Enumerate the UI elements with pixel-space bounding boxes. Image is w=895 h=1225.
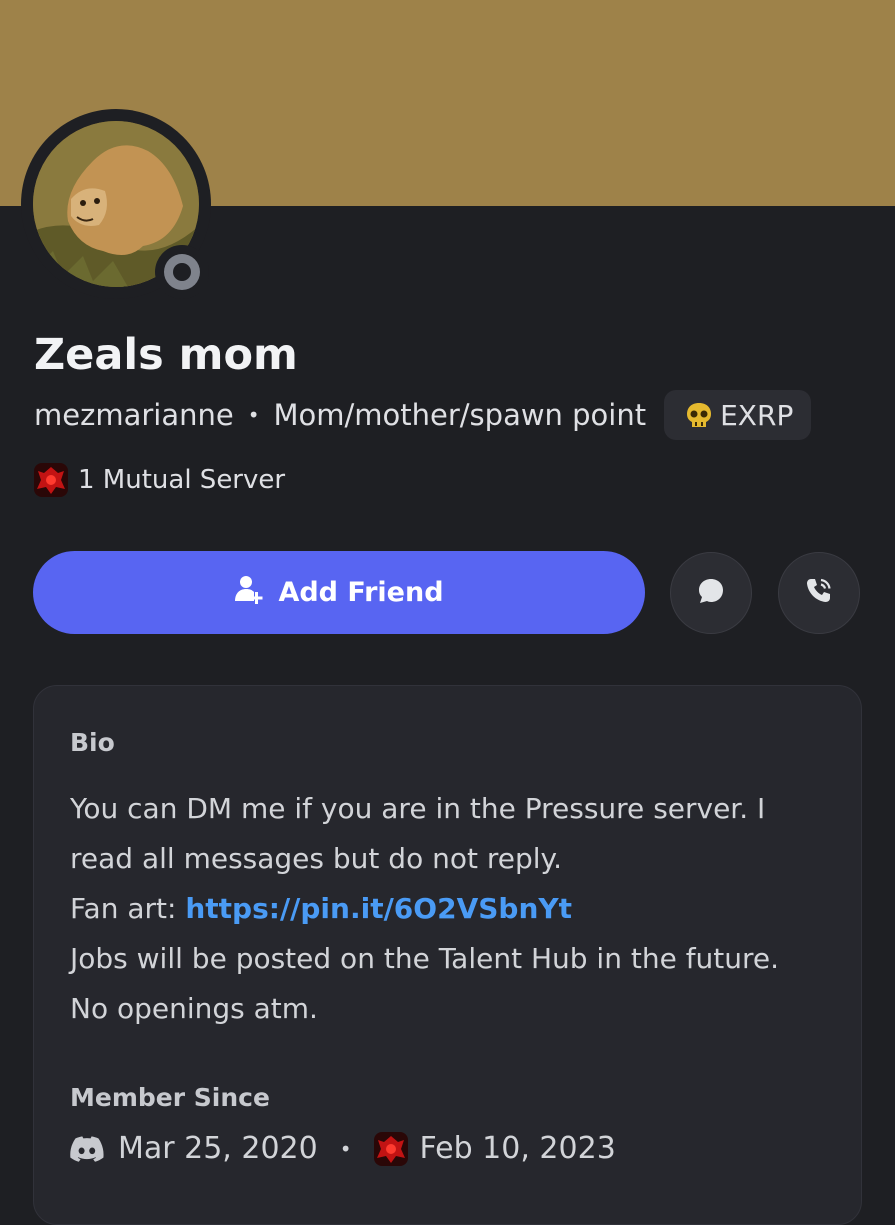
server-icon [34, 463, 68, 497]
pronouns: Mom/mother/spawn point [273, 398, 647, 432]
add-friend-button[interactable]: Add Friend [33, 551, 645, 634]
mutual-servers-label: 1 Mutual Server [78, 465, 286, 495]
identity-row: mezmarianne • Mom/mother/spawn point EXR… [34, 390, 812, 440]
display-name: Zeals mom [34, 330, 298, 380]
member-since-heading: Member Since [70, 1083, 270, 1112]
message-button[interactable] [670, 552, 752, 634]
status-indicator [155, 245, 209, 299]
chat-bubble-icon [696, 576, 726, 610]
skull-icon [684, 400, 714, 430]
bio-heading: Bio [70, 728, 115, 757]
offline-status-icon [164, 254, 200, 290]
discord-logo-icon [70, 1135, 104, 1162]
bio-line-4: Jobs will be posted on the Talent Hub in… [70, 942, 780, 975]
bio-line-2: read all messages but do not reply. [70, 842, 563, 875]
mutual-servers[interactable]: 1 Mutual Server [34, 463, 285, 497]
add-friend-icon [234, 573, 266, 612]
phone-icon [804, 576, 834, 610]
bio-line-1: You can DM me if you are in the Pressure… [70, 792, 766, 825]
separator-dot: • [247, 403, 260, 427]
add-friend-label: Add Friend [278, 577, 444, 608]
separator-dot: • [339, 1136, 352, 1161]
profile-info-card: Bio You can DM me if you are in the Pres… [33, 685, 862, 1225]
server-tag-badge[interactable]: EXRP [664, 390, 812, 440]
server-member-date: Feb 10, 2023 [419, 1131, 616, 1166]
discord-member-date: Mar 25, 2020 [118, 1131, 318, 1166]
member-since-row: Mar 25, 2020 • Feb 10, 2023 [70, 1131, 616, 1166]
bio-text: You can DM me if you are in the Pressure… [70, 784, 830, 1034]
server-tag-label: EXRP [720, 398, 794, 432]
fan-art-label: Fan art: [70, 892, 186, 925]
bio-line-5: No openings atm. [70, 992, 318, 1025]
server-icon [373, 1131, 408, 1166]
bio-line-3: Fan art: https://pin.it/6O2VSbnYt [70, 884, 830, 934]
username: mezmarianne [34, 398, 234, 432]
voice-call-button[interactable] [778, 552, 860, 634]
fan-art-link[interactable]: https://pin.it/6O2VSbnYt [185, 892, 572, 925]
